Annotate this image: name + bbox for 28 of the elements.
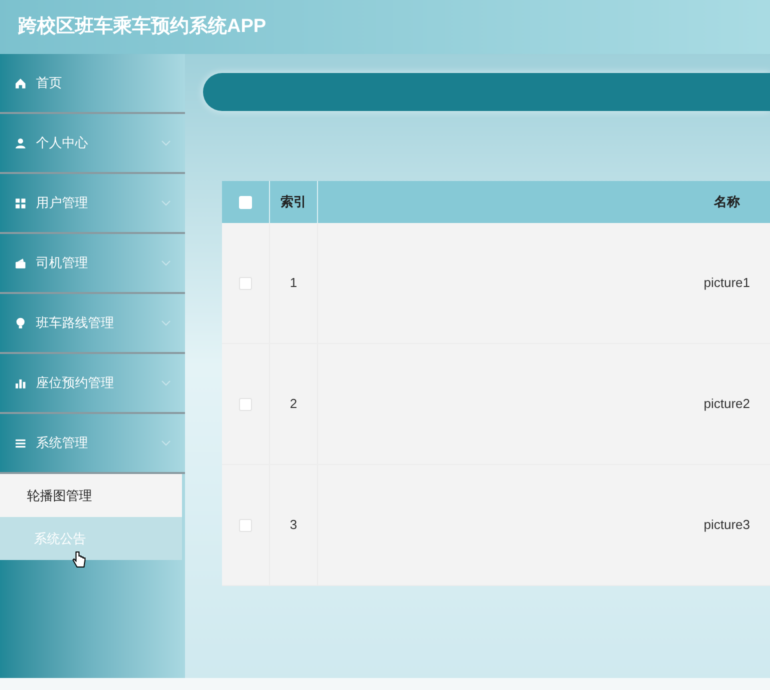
- hand-cursor-icon: [72, 551, 86, 569]
- chevron-icon: [161, 380, 171, 386]
- table-cell-text: picture1: [704, 274, 750, 292]
- grid-icon: [14, 196, 27, 210]
- wallet-icon: [14, 256, 27, 270]
- app-title: 跨校区班车乘车预约系统APP: [18, 14, 266, 39]
- column-header[interactable]: 名称: [714, 192, 740, 212]
- chevron-icon: [161, 260, 171, 266]
- table-cell-text: 1: [290, 274, 298, 292]
- table-cell-text: picture3: [704, 516, 750, 534]
- table-cell-text: picture2: [704, 395, 750, 414]
- chevron-icon: [161, 320, 171, 326]
- submenu-item[interactable]: 轮播图管理: [0, 474, 182, 517]
- chevron-icon: [161, 440, 171, 446]
- row-checkbox[interactable]: [239, 276, 252, 290]
- row-checkbox[interactable]: [239, 518, 252, 532]
- table-cell-text: 2: [290, 395, 298, 414]
- bulb-icon: [14, 316, 27, 330]
- bar-chart-icon: [14, 376, 27, 390]
- home-icon: [14, 76, 27, 90]
- user-icon: [14, 136, 27, 150]
- row-checkbox[interactable]: [239, 398, 252, 410]
- table-cell-text: 3: [290, 516, 298, 534]
- chevron-icon: [161, 200, 171, 206]
- list-icon: [14, 436, 27, 450]
- column-header[interactable]: 索引: [270, 181, 318, 223]
- select-all-checkbox[interactable]: [239, 196, 252, 208]
- chevron-icon: [161, 140, 171, 146]
